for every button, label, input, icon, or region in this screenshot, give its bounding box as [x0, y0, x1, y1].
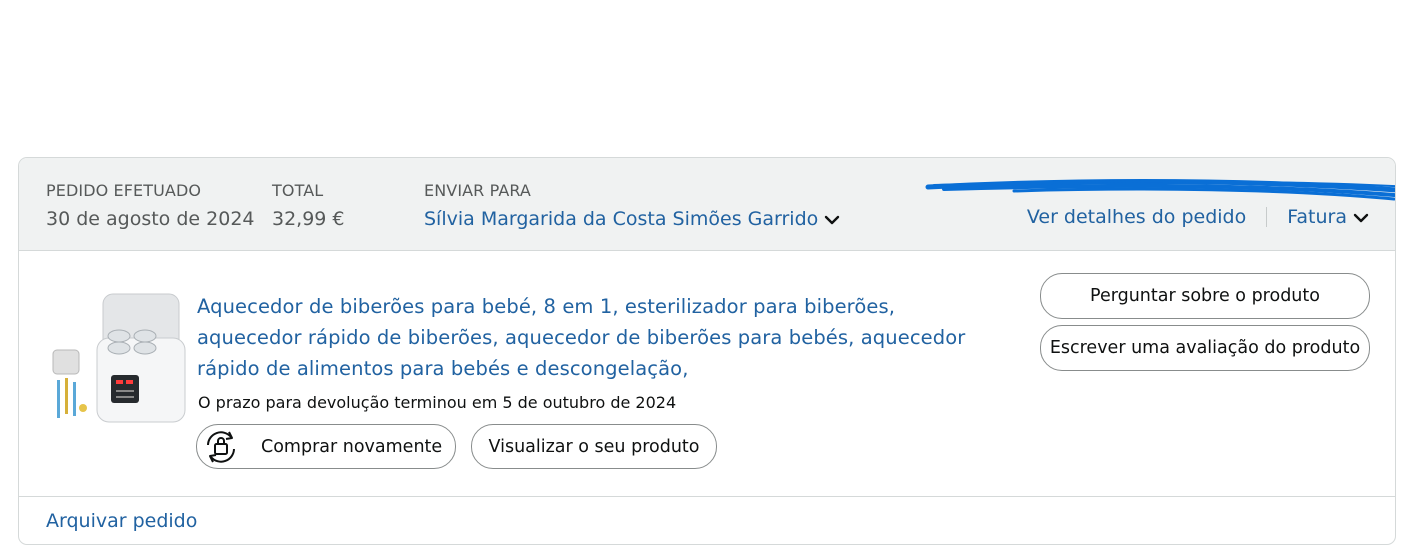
product-title-link[interactable]: Aquecedor de biberões para bebé, 8 em 1,…: [197, 291, 997, 384]
divider: [1266, 207, 1268, 227]
write-review-button[interactable]: Escrever uma avaliação do produto: [1040, 325, 1370, 371]
buy-again-button[interactable]: Comprar novamente: [196, 424, 456, 469]
order-footer: Arquivar pedido: [19, 496, 1395, 544]
ask-product-button[interactable]: Perguntar sobre o produto: [1040, 273, 1370, 319]
product-image[interactable]: [49, 290, 199, 430]
order-card: PEDIDO EFETUADO 30 de agosto de 2024 TOT…: [18, 157, 1396, 545]
view-product-label: Visualizar o seu produto: [488, 436, 700, 457]
invoice-label: Fatura: [1287, 206, 1347, 228]
ship-to-dropdown[interactable]: Sílvia Margarida da Costa Simões Garrido: [424, 208, 840, 230]
view-order-details-link[interactable]: Ver detalhes do pedido: [1027, 206, 1246, 228]
write-review-label: Escrever uma avaliação do produto: [1049, 338, 1361, 358]
return-status: O prazo para devolução terminou em 5 de …: [198, 393, 677, 412]
order-header: PEDIDO EFETUADO 30 de agosto de 2024 TOT…: [19, 158, 1395, 251]
total-column: TOTAL 32,99 €: [272, 181, 345, 231]
total-value: 32,99 €: [272, 208, 345, 230]
view-product-button[interactable]: Visualizar o seu produto: [471, 424, 717, 469]
buy-again-icon: [207, 430, 235, 463]
archive-order-link[interactable]: Arquivar pedido: [46, 510, 197, 532]
ask-product-label: Perguntar sobre o produto: [1090, 286, 1320, 306]
ship-to-label: ENVIAR PARA: [424, 181, 531, 200]
order-date: 30 de agosto de 2024: [46, 208, 255, 230]
chevron-down-icon: [825, 215, 840, 224]
invoice-dropdown[interactable]: Fatura: [1287, 206, 1369, 228]
buy-again-label: Comprar novamente: [261, 436, 443, 457]
total-label: TOTAL: [272, 181, 324, 200]
order-placed-label: PEDIDO EFETUADO: [46, 181, 202, 200]
order-placed-column: PEDIDO EFETUADO 30 de agosto de 2024: [46, 181, 255, 231]
header-actions: Ver detalhes do pedido Fatura: [1027, 206, 1369, 228]
ship-to-column: ENVIAR PARA Sílvia Margarida da Costa Si…: [424, 182, 840, 230]
ship-to-name: Sílvia Margarida da Costa Simões Garrido: [424, 208, 819, 230]
chevron-down-icon: [1353, 213, 1369, 222]
